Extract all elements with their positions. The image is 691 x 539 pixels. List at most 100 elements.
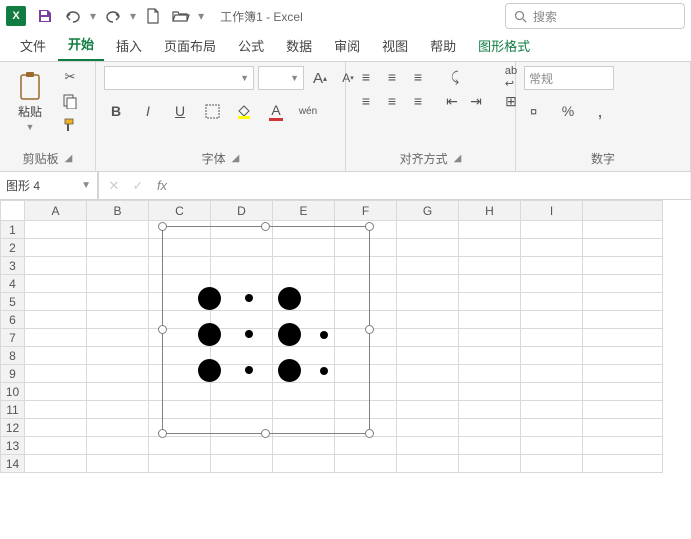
fx-icon[interactable]: fx (153, 178, 171, 193)
qat-more[interactable]: ▾ (198, 9, 204, 23)
percent-button[interactable]: % (556, 100, 580, 122)
accounting-format-button[interactable]: ¤ (524, 100, 548, 122)
open-file-button[interactable] (168, 3, 194, 29)
align-bottom-button[interactable]: ≡ (406, 66, 430, 88)
resize-handle[interactable] (365, 429, 374, 438)
grow-font-button[interactable]: A▴ (308, 67, 332, 89)
bold-button[interactable]: B (104, 100, 128, 122)
tab-data[interactable]: 数据 (276, 30, 322, 61)
redo-button[interactable] (100, 3, 126, 29)
align-right-button[interactable]: ≡ (406, 90, 430, 112)
fill-color-button[interactable] (232, 100, 256, 122)
qat-sep: ▾ (90, 9, 96, 23)
cancel-icon[interactable]: ✕ (105, 178, 123, 194)
row-header[interactable]: 8 (1, 347, 25, 365)
col-header[interactable]: F (335, 201, 397, 221)
font-name-combo[interactable]: ▼ (104, 66, 254, 90)
font-color-button[interactable]: A (264, 100, 288, 122)
undo-icon (64, 9, 82, 23)
col-header[interactable]: E (273, 201, 335, 221)
orientation-button[interactable]: ⤹ (440, 66, 470, 88)
phonetic-button[interactable]: wén (296, 100, 320, 122)
underline-button[interactable]: U (168, 100, 192, 122)
alignment-launcher[interactable]: ◢ (454, 153, 462, 164)
resize-handle[interactable] (261, 429, 270, 438)
file-icon (146, 8, 160, 24)
braille-dots-shape (189, 280, 309, 388)
col-header[interactable] (583, 201, 663, 221)
row-header[interactable]: 10 (1, 383, 25, 401)
row-header[interactable]: 3 (1, 257, 25, 275)
row-header[interactable]: 11 (1, 401, 25, 419)
tab-shape-format[interactable]: 图形格式 (468, 30, 540, 61)
col-header[interactable]: I (521, 201, 583, 221)
name-box[interactable]: 图形 4 ▼ (0, 172, 98, 199)
row-header[interactable]: 14 (1, 455, 25, 473)
format-painter-button[interactable] (56, 114, 84, 136)
row-header[interactable]: 9 (1, 365, 25, 383)
resize-handle[interactable] (365, 325, 374, 334)
row-header[interactable]: 2 (1, 239, 25, 257)
number-format-combo[interactable]: 常规 (524, 66, 614, 90)
enter-icon[interactable]: ✓ (129, 178, 147, 194)
paste-label: 粘贴 (18, 103, 42, 120)
group-number: 常规 ¤ % , 数字 (516, 62, 691, 171)
row-header[interactable]: 7 (1, 329, 25, 347)
col-header[interactable]: C (149, 201, 211, 221)
excel-app-icon: X (6, 6, 26, 26)
tab-layout[interactable]: 页面布局 (154, 30, 226, 61)
tab-insert[interactable]: 插入 (106, 30, 152, 61)
cut-button[interactable]: ✂ (56, 66, 84, 88)
tab-formulas[interactable]: 公式 (228, 30, 274, 61)
border-icon (205, 104, 220, 119)
resize-handle[interactable] (261, 222, 270, 231)
group-number-label: 数字 (591, 150, 615, 167)
decrease-indent-button[interactable]: ⇤ (440, 90, 464, 112)
comma-button[interactable]: , (588, 100, 612, 122)
qat-sep2: ▾ (130, 9, 136, 23)
tab-view[interactable]: 视图 (372, 30, 418, 61)
increase-indent-button[interactable]: ⇥ (464, 90, 488, 112)
row-header[interactable]: 1 (1, 221, 25, 239)
resize-handle[interactable] (158, 325, 167, 334)
col-header[interactable]: D (211, 201, 273, 221)
formula-input[interactable] (177, 172, 684, 199)
row-header[interactable]: 13 (1, 437, 25, 455)
border-button[interactable] (200, 100, 224, 122)
font-size-combo[interactable]: ▼ (258, 66, 304, 90)
align-top-button[interactable]: ≡ (354, 66, 378, 88)
row-header[interactable]: 4 (1, 275, 25, 293)
font-launcher[interactable]: ◢ (232, 153, 240, 164)
align-left-button[interactable]: ≡ (354, 90, 378, 112)
row-header[interactable]: 12 (1, 419, 25, 437)
col-header[interactable]: B (87, 201, 149, 221)
resize-handle[interactable] (365, 222, 374, 231)
resize-handle[interactable] (158, 222, 167, 231)
redo-icon (104, 9, 122, 23)
col-header[interactable]: H (459, 201, 521, 221)
dot-icon (198, 287, 221, 310)
col-header[interactable]: A (25, 201, 87, 221)
paste-button[interactable]: 粘贴 ▼ (8, 66, 52, 136)
resize-handle[interactable] (158, 429, 167, 438)
row-header[interactable]: 5 (1, 293, 25, 311)
tab-file[interactable]: 文件 (10, 30, 56, 61)
italic-button[interactable]: I (136, 100, 160, 122)
new-file-button[interactable] (140, 3, 166, 29)
col-header[interactable]: G (397, 201, 459, 221)
tab-review[interactable]: 审阅 (324, 30, 370, 61)
search-box[interactable]: 搜索 (505, 3, 685, 29)
tab-help[interactable]: 帮助 (420, 30, 466, 61)
copy-button[interactable] (56, 90, 84, 112)
align-middle-button[interactable]: ≡ (380, 66, 404, 88)
select-all-corner[interactable] (1, 201, 25, 221)
save-button[interactable] (32, 3, 58, 29)
tab-home[interactable]: 开始 (58, 28, 104, 61)
undo-button[interactable] (60, 3, 86, 29)
clipboard-launcher[interactable]: ◢ (65, 153, 73, 164)
group-font: ▼ ▼ A▴ A▾ B I U A wén 字体◢ (96, 62, 346, 171)
dot-icon (198, 323, 221, 346)
dot-icon (245, 366, 253, 374)
row-header[interactable]: 6 (1, 311, 25, 329)
align-center-button[interactable]: ≡ (380, 90, 404, 112)
